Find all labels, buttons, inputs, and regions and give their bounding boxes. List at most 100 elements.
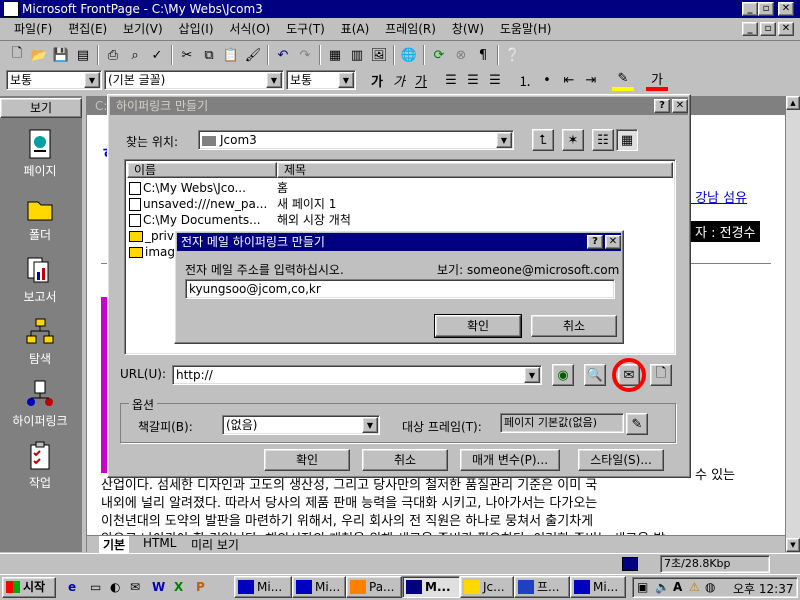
column-header-title[interactable]: 제목 bbox=[277, 162, 673, 178]
align-left-icon[interactable]: ☰ bbox=[440, 69, 462, 91]
increase-indent-icon[interactable]: ⇥ bbox=[580, 69, 602, 91]
taskbar-item[interactable]: Pa... bbox=[346, 576, 402, 598]
refresh-icon[interactable]: ⟳ bbox=[428, 44, 450, 66]
stop-icon[interactable]: ⊗ bbox=[450, 44, 472, 66]
save-icon[interactable]: 💾 bbox=[50, 44, 72, 66]
desktop-icon[interactable]: ▭ bbox=[90, 580, 101, 594]
view-reports[interactable]: 보고서 bbox=[2, 254, 78, 305]
view-folders[interactable]: 폴더 bbox=[2, 192, 78, 243]
chevron-down-icon[interactable]: ▼ bbox=[266, 72, 282, 88]
show-all-icon[interactable]: ¶ bbox=[472, 44, 494, 66]
email-cancel-button[interactable]: 취소 bbox=[531, 315, 617, 337]
email-help-button[interactable]: ? bbox=[587, 235, 603, 249]
globe-icon[interactable]: ◍ bbox=[705, 580, 715, 594]
powerpoint-icon[interactable]: P bbox=[196, 580, 205, 594]
tab-html[interactable]: HTML bbox=[139, 536, 180, 550]
email-ok-button[interactable]: 확인 bbox=[434, 314, 522, 338]
size-dropdown[interactable]: 보통 ▼ bbox=[286, 70, 356, 90]
underline-button[interactable]: 가 bbox=[410, 69, 432, 91]
spelling-icon[interactable]: ✓ bbox=[146, 44, 168, 66]
insert-table-icon[interactable]: ▥ bbox=[346, 44, 368, 66]
new-page-link-icon[interactable]: 🗋 bbox=[650, 364, 672, 386]
italic-button[interactable]: 가 bbox=[388, 69, 410, 91]
chevron-down-icon[interactable]: ▼ bbox=[496, 132, 512, 148]
doc-close-button[interactable]: ✕ bbox=[778, 22, 794, 36]
align-center-icon[interactable]: ☰ bbox=[462, 69, 484, 91]
highlight-icon[interactable]: ✎ bbox=[612, 69, 634, 91]
undo-icon[interactable]: ↶ bbox=[272, 44, 294, 66]
menu-file[interactable]: 파일(F) bbox=[8, 19, 58, 39]
copy-icon[interactable]: ⧉ bbox=[198, 44, 220, 66]
menu-window[interactable]: 창(W) bbox=[446, 19, 490, 39]
doc-restore-button[interactable]: ▫ bbox=[760, 22, 776, 36]
email-close-button[interactable]: ✕ bbox=[605, 235, 621, 249]
clock[interactable]: 오후 12:37 bbox=[733, 580, 793, 597]
parameters-button[interactable]: 매개 변수(P)... bbox=[460, 449, 560, 471]
close-button[interactable]: ✕ bbox=[778, 2, 794, 16]
insert-picture-icon[interactable]: 🖼 bbox=[368, 44, 390, 66]
look-in-dropdown[interactable]: Jcom3 ▼ bbox=[198, 130, 514, 150]
menu-help[interactable]: 도움말(H) bbox=[494, 19, 558, 39]
new-folder-icon[interactable]: ✶ bbox=[562, 129, 584, 151]
outlook-icon[interactable]: ✉ bbox=[130, 580, 140, 594]
warning-icon[interactable]: ⚠ bbox=[689, 580, 700, 594]
ie-icon[interactable]: e bbox=[68, 580, 76, 594]
open-folder-icon[interactable]: 📂 bbox=[28, 44, 50, 66]
style-button[interactable]: 스타일(S)... bbox=[578, 449, 664, 471]
list-item[interactable]: C:\My Webs\Jco... 홈 bbox=[129, 180, 669, 196]
bullet-list-icon[interactable]: • bbox=[536, 69, 558, 91]
chevron-down-icon[interactable]: ▼ bbox=[362, 417, 378, 433]
doc-minimize-button[interactable]: _ bbox=[742, 22, 758, 36]
style-dropdown[interactable]: 보통 ▼ bbox=[6, 70, 102, 90]
cut-icon[interactable]: ✂ bbox=[176, 44, 198, 66]
paste-icon[interactable]: 📋 bbox=[220, 44, 242, 66]
minimize-button[interactable]: _ bbox=[742, 2, 758, 16]
column-header-name[interactable]: 이름 bbox=[127, 162, 277, 178]
volume-icon[interactable]: 🔊 bbox=[655, 580, 670, 594]
taskbar-item[interactable]: Jc... bbox=[460, 576, 514, 598]
dialog-close-button[interactable]: ✕ bbox=[672, 99, 688, 113]
menu-table[interactable]: 표(A) bbox=[335, 19, 376, 39]
font-color-button[interactable]: 가 bbox=[646, 69, 668, 91]
taskbar-item[interactable]: 프... bbox=[514, 576, 570, 598]
web-folder-icon[interactable]: ▤ bbox=[72, 44, 94, 66]
view-navigation[interactable]: 탐색 bbox=[2, 316, 78, 367]
menu-insert[interactable]: 삽입(I) bbox=[173, 19, 220, 39]
ok-button[interactable]: 확인 bbox=[264, 449, 350, 471]
taskbar-item[interactable]: Mi... bbox=[292, 576, 346, 598]
target-frame-field[interactable]: 페이지 기본값(없음) bbox=[500, 413, 624, 433]
align-right-icon[interactable]: ☰ bbox=[484, 69, 506, 91]
cancel-button[interactable]: 취소 bbox=[362, 449, 448, 471]
insert-component-icon[interactable]: ▦ bbox=[324, 44, 346, 66]
menu-view[interactable]: 보기(V) bbox=[117, 19, 169, 39]
browse-file-icon[interactable]: 🔍 bbox=[584, 364, 606, 386]
taskbar-item[interactable]: Mi... bbox=[570, 576, 626, 598]
hyperlink-toolbar-icon[interactable]: 🌐 bbox=[398, 44, 420, 66]
email-input[interactable]: kyungsoo@jcom,co,kr bbox=[185, 279, 615, 299]
start-button[interactable]: 시작 bbox=[2, 577, 56, 598]
browse-web-icon[interactable]: ◉ bbox=[552, 364, 574, 386]
chevron-down-icon[interactable]: ▼ bbox=[84, 72, 100, 88]
scroll-down-button[interactable]: ▼ bbox=[786, 538, 800, 552]
list-item[interactable]: C:\My Documents... 해외 시장 개척 bbox=[129, 212, 669, 228]
print-icon[interactable]: ⎙ bbox=[102, 44, 124, 66]
maximize-button[interactable]: ▫ bbox=[758, 2, 774, 16]
view-tasks[interactable]: 작업 bbox=[2, 440, 78, 491]
channels-icon[interactable]: ◐ bbox=[110, 580, 120, 594]
menu-format[interactable]: 서식(O) bbox=[223, 19, 276, 39]
details-view-icon[interactable]: ▦ bbox=[616, 129, 638, 151]
list-view-icon[interactable]: ☷ bbox=[592, 129, 614, 151]
menu-tools[interactable]: 도구(T) bbox=[280, 19, 331, 39]
scroll-up-button[interactable]: ▲ bbox=[786, 96, 800, 110]
help-icon[interactable]: ❔ bbox=[502, 44, 524, 66]
redo-icon[interactable]: ↷ bbox=[294, 44, 316, 66]
preview-icon[interactable]: ⌕ bbox=[124, 44, 146, 66]
bookmark-dropdown[interactable]: (없음) ▼ bbox=[222, 415, 380, 435]
chevron-down-icon[interactable]: ▼ bbox=[524, 367, 540, 383]
list-item[interactable]: unsaved:///new_pa... 새 페이지 1 bbox=[129, 196, 669, 212]
tab-preview[interactable]: 미리 보기 bbox=[187, 536, 243, 553]
format-painter-icon[interactable]: 🖌 bbox=[242, 44, 264, 66]
edit-target-icon[interactable]: ✎ bbox=[626, 413, 648, 435]
menu-frames[interactable]: 프레임(R) bbox=[379, 19, 442, 39]
word-icon[interactable]: W bbox=[152, 580, 165, 594]
